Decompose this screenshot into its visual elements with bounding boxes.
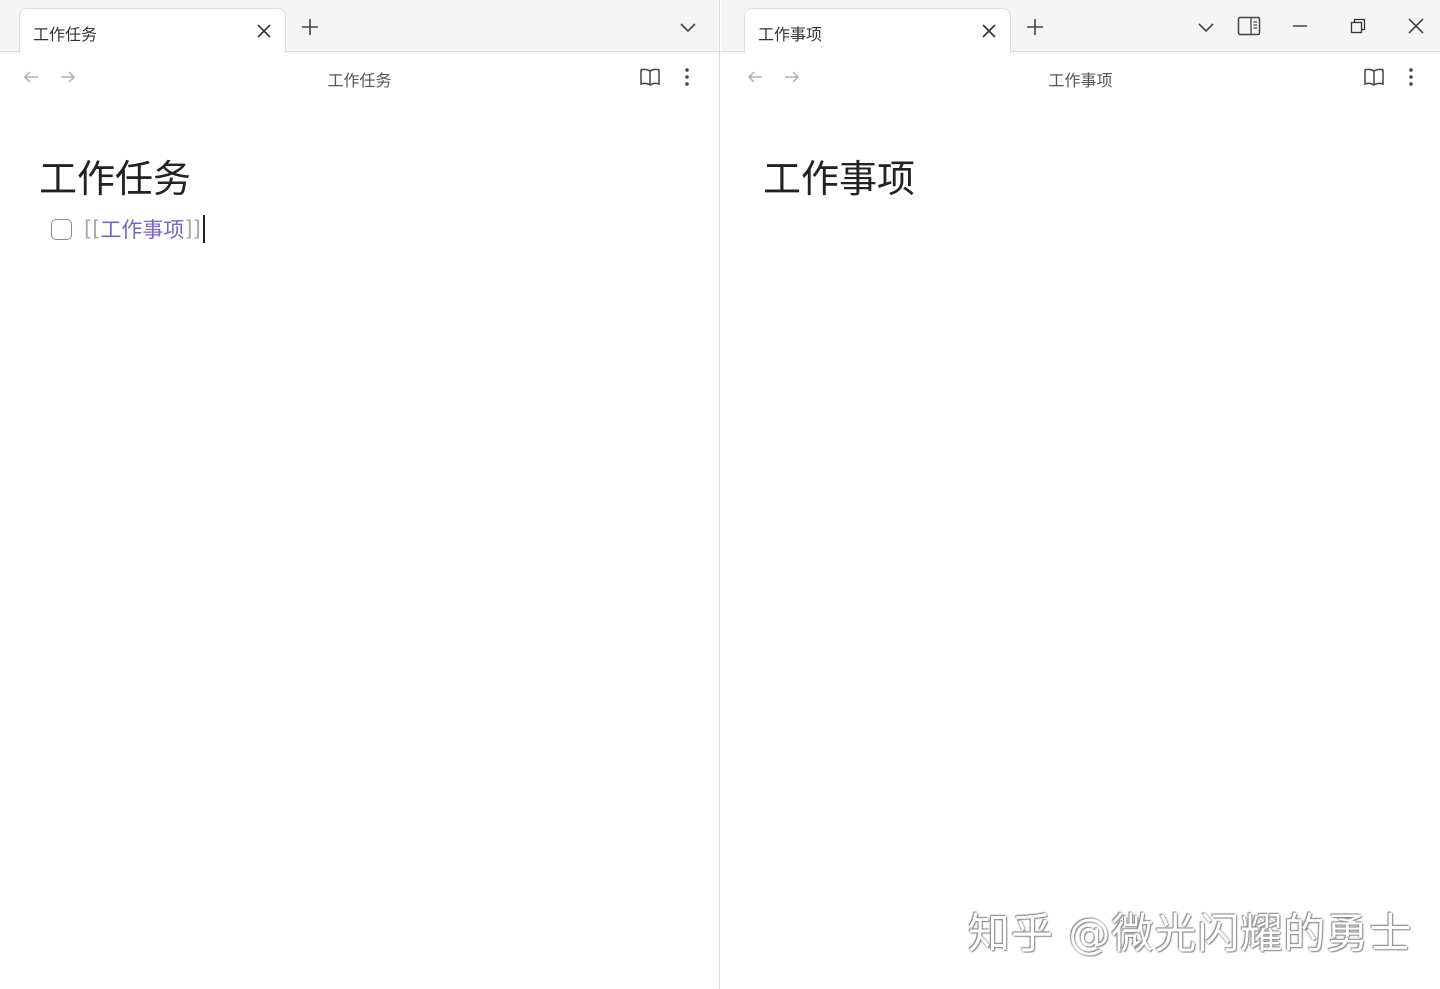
- close-icon[interactable]: [1402, 12, 1430, 40]
- page-title: 工作事项: [763, 157, 916, 201]
- book-open-icon[interactable]: [636, 63, 664, 91]
- tab-label: 工作任务: [33, 25, 98, 44]
- tab-bar: 工作任务: [0, 0, 719, 53]
- sidebar-toggle-icon[interactable]: [1235, 12, 1263, 40]
- link-open-bracket: [[: [84, 217, 101, 241]
- more-vertical-icon[interactable]: [673, 63, 701, 91]
- tab-bar: 工作事项: [721, 0, 1440, 53]
- view-title[interactable]: 工作任务: [0, 67, 719, 91]
- book-open-icon[interactable]: [1360, 63, 1388, 91]
- watermark: 知乎 @微光闪耀的勇士: [968, 909, 1413, 958]
- plus-icon[interactable]: [296, 13, 324, 41]
- chevron-down-icon[interactable]: [1192, 13, 1220, 41]
- tab-active[interactable]: 工作事项: [744, 8, 1011, 53]
- view-header: 工作事项: [721, 53, 1440, 101]
- left-pane: 工作任务 工作任务 工作任务 [[ 工作事项]]: [0, 0, 720, 989]
- view-title[interactable]: 工作事项: [721, 67, 1440, 91]
- task-item: [[ 工作事项 ]]: [51, 213, 205, 245]
- right-pane: 工作事项 工作事项 工作事项: [721, 0, 1440, 989]
- text-cursor: [202, 215, 205, 243]
- chevron-down-icon[interactable]: [674, 13, 702, 41]
- close-icon[interactable]: [255, 22, 273, 40]
- tab-label: 工作事项: [758, 25, 823, 44]
- restore-icon[interactable]: [1344, 12, 1372, 40]
- internal-link[interactable]: 工作事项: [100, 214, 184, 244]
- plus-icon[interactable]: [1021, 13, 1049, 41]
- task-text[interactable]: [[ 工作事项 ]]: [84, 214, 205, 244]
- tab-active[interactable]: 工作任务: [19, 8, 286, 53]
- close-icon[interactable]: [980, 22, 998, 40]
- more-vertical-icon[interactable]: [1397, 63, 1425, 91]
- page-title: 工作任务: [39, 157, 192, 201]
- view-header: 工作任务: [0, 53, 719, 101]
- minimize-icon[interactable]: [1286, 12, 1314, 40]
- task-checkbox[interactable]: [51, 218, 72, 240]
- link-close-bracket: ]]: [184, 217, 201, 241]
